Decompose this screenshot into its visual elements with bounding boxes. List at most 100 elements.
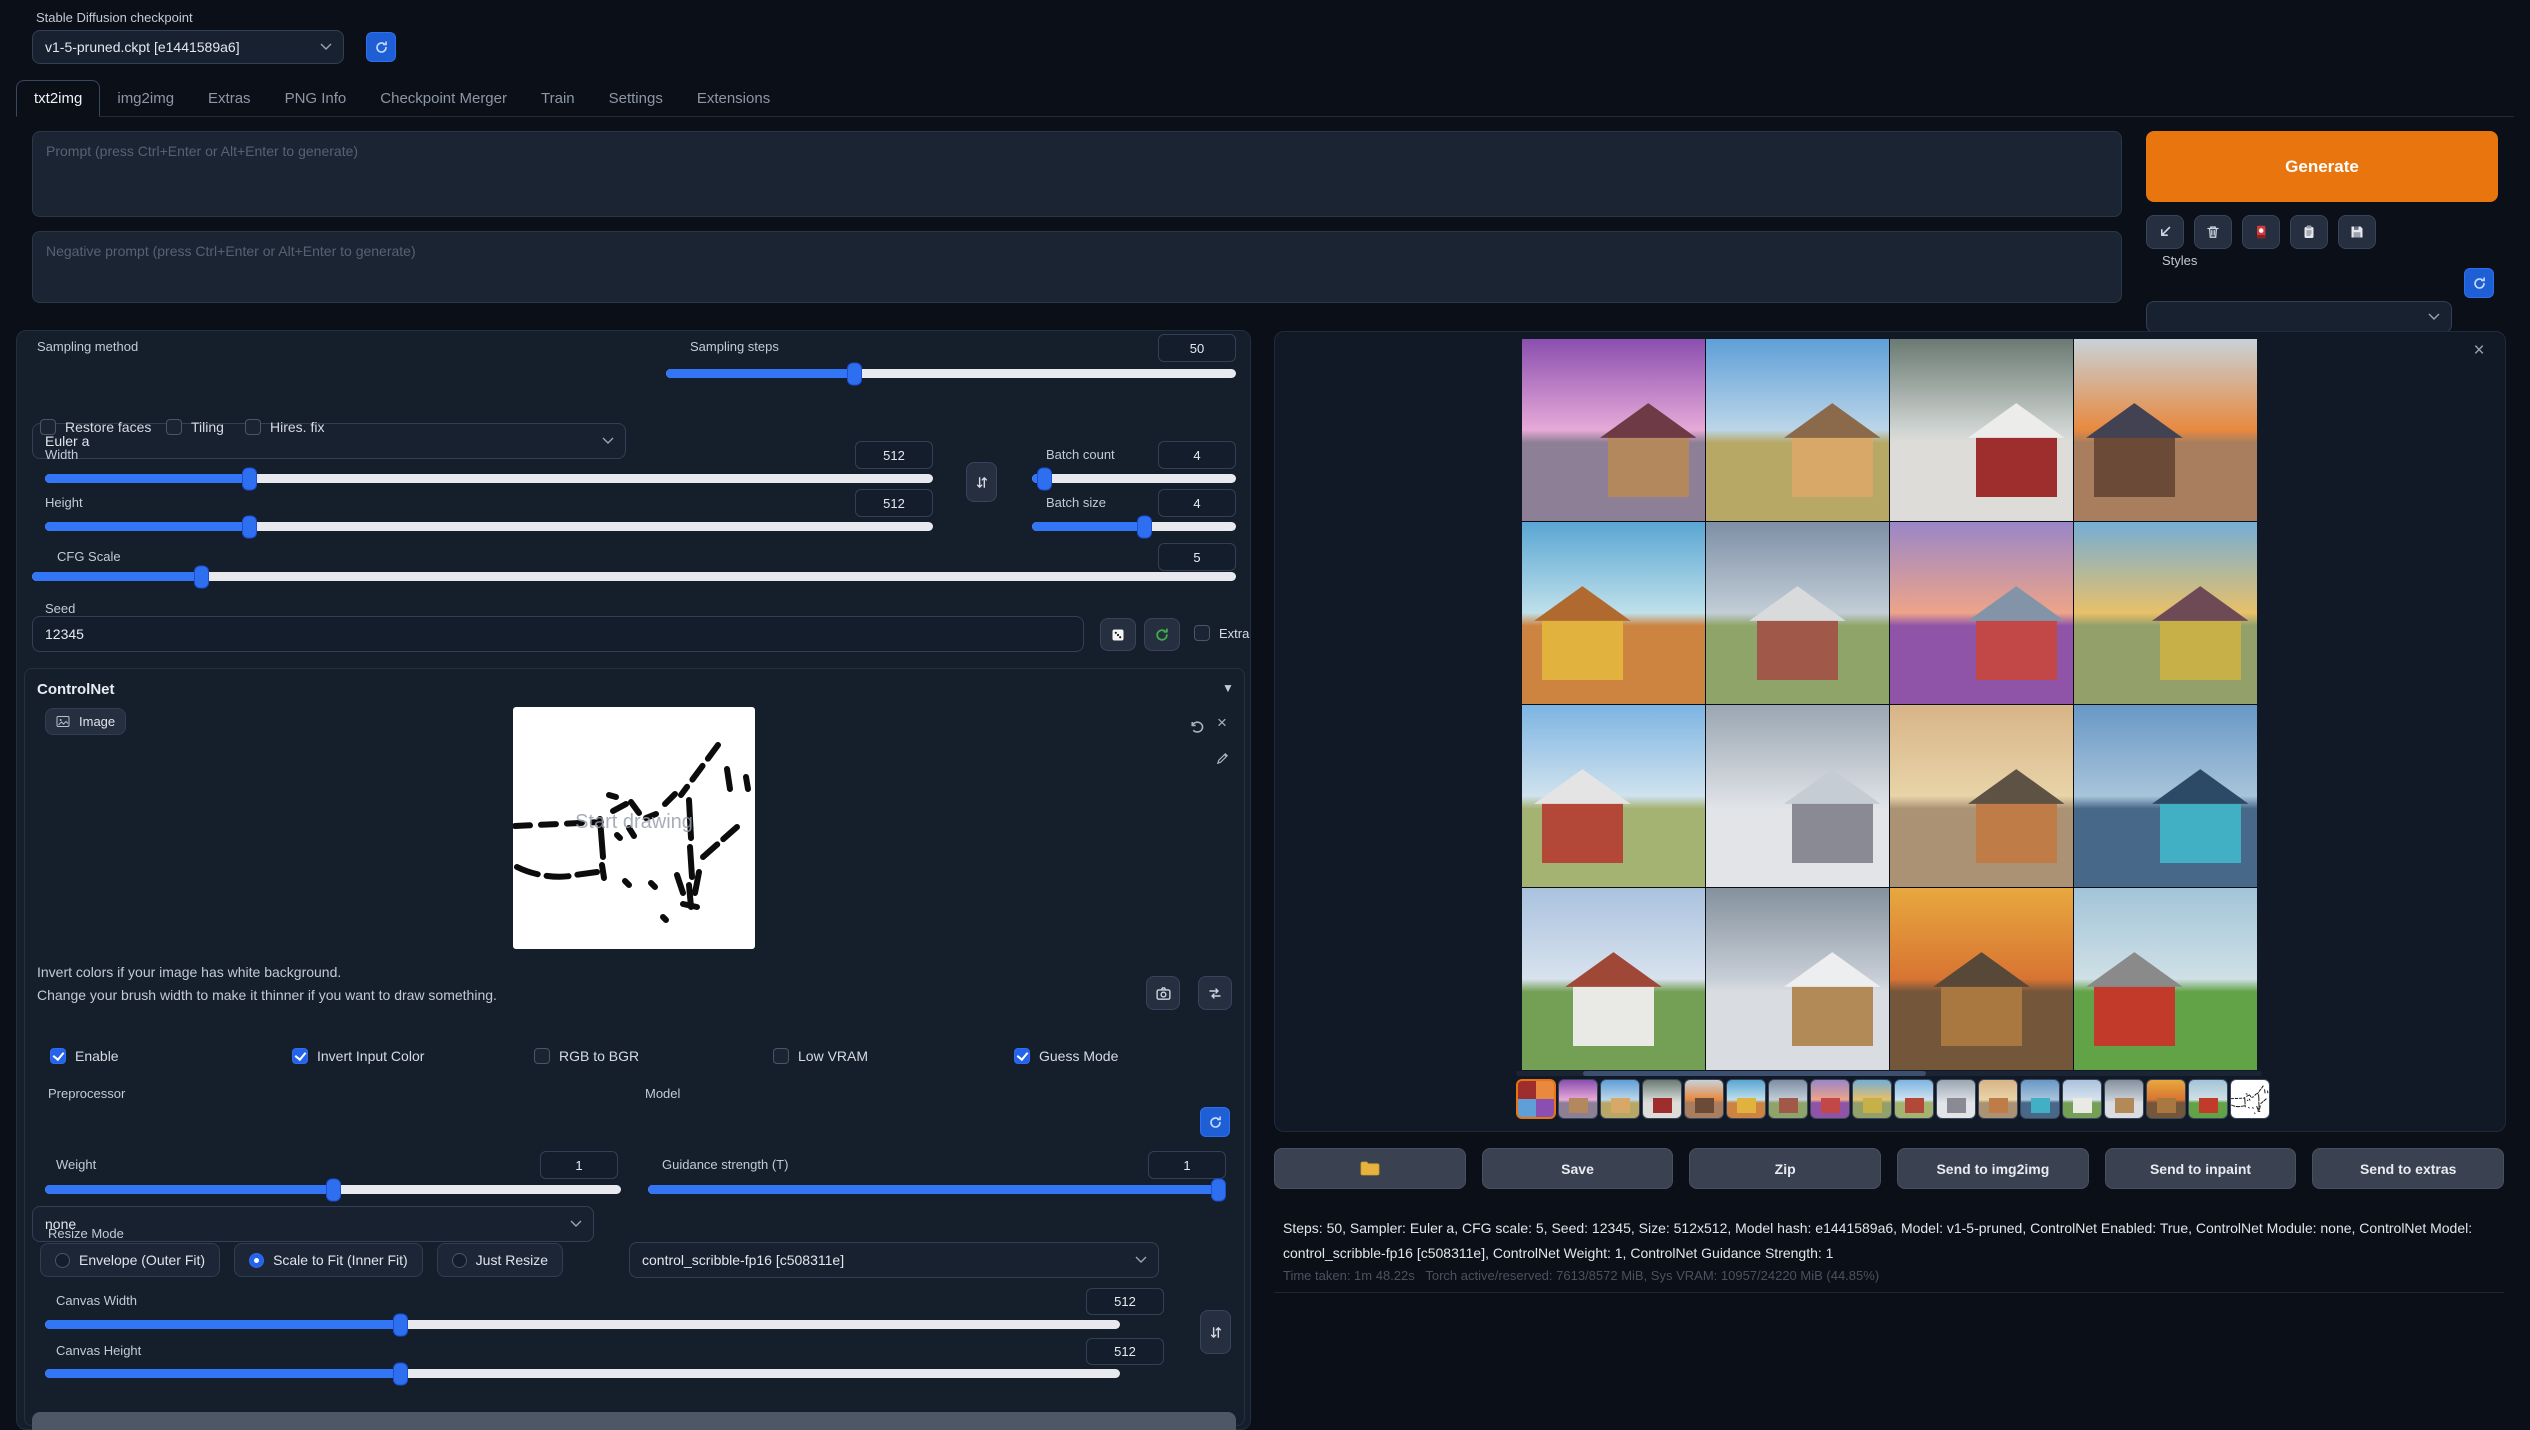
send-to-extras-button[interactable]: Send to extras [2312,1148,2504,1189]
gallery-image[interactable] [1522,705,1705,887]
weight-slider[interactable] [45,1185,621,1194]
controlnet-model-dropdown[interactable]: control_scribble-fp16 [c508311e] [629,1242,1159,1278]
webcam-button[interactable] [1146,976,1180,1010]
width-slider[interactable] [45,474,933,483]
batch-count-slider[interactable] [1032,474,1236,483]
gallery-thumbnail[interactable] [1516,1079,1556,1119]
extra-networks-button[interactable] [2242,215,2280,249]
tab-train[interactable]: Train [524,81,592,116]
accordion-collapse-icon[interactable]: ▼ [1222,681,1234,695]
swap-width-height-button[interactable] [966,462,997,502]
gallery-thumbnail[interactable] [1936,1079,1976,1119]
controlnet-model-refresh-button[interactable] [1200,1107,1230,1137]
restore-faces-checkbox[interactable]: Restore faces [40,419,151,435]
tab-txt2img[interactable]: txt2img [16,80,100,117]
gallery-image[interactable] [1890,522,2073,704]
gallery-thumbnail[interactable] [2230,1079,2270,1119]
swap-canvas-dimensions-button[interactable] [1200,1310,1231,1354]
checkpoint-refresh-button[interactable] [366,32,396,62]
gallery-image[interactable] [1706,705,1889,887]
save-style-button[interactable] [2338,215,2376,249]
weight-value[interactable]: 1 [540,1151,618,1179]
clear-prompt-button[interactable] [2194,215,2232,249]
thumbnail-scrollbar[interactable] [1516,1071,2262,1076]
mirror-webcam-button[interactable] [1198,976,1232,1010]
gallery-image[interactable] [2074,888,2257,1070]
collapsed-section-bar[interactable] [32,1412,1236,1430]
seed-input[interactable] [32,616,1084,652]
cfg-scale-slider[interactable] [32,572,1236,581]
styles-dropdown[interactable] [2146,301,2452,333]
gallery-thumbnail[interactable] [2062,1079,2102,1119]
gallery-thumbnail[interactable] [1768,1079,1808,1119]
gallery-thumbnail[interactable] [2146,1079,2186,1119]
gallery-image[interactable] [1890,705,2073,887]
tab-checkpoint-merger[interactable]: Checkpoint Merger [363,81,524,116]
controlnet-enable-checkbox[interactable]: Enable [50,1048,119,1064]
gallery-thumbnail[interactable] [1642,1079,1682,1119]
low-vram-checkbox[interactable]: Low VRAM [773,1048,868,1064]
tab-extras[interactable]: Extras [191,81,268,116]
invert-input-color-checkbox[interactable]: Invert Input Color [292,1048,424,1064]
reuse-seed-button[interactable] [1144,618,1180,651]
gallery-thumbnail[interactable] [1600,1079,1640,1119]
prompt-input[interactable] [32,131,2122,217]
width-value[interactable]: 512 [855,441,933,469]
canvas-height-slider[interactable] [45,1369,1120,1378]
gallery-thumbnail[interactable] [1852,1079,1892,1119]
random-seed-button[interactable] [1100,618,1136,651]
save-button[interactable]: Save [1482,1148,1674,1189]
gallery-thumbnail[interactable] [2020,1079,2060,1119]
height-slider[interactable] [45,522,933,531]
gallery-image[interactable] [1522,339,1705,521]
gallery-thumbnail[interactable] [2188,1079,2228,1119]
canvas-clear-button[interactable]: × [1212,713,1232,733]
gallery-image[interactable] [1706,339,1889,521]
negative-prompt-input[interactable] [32,231,2122,303]
tab-png-info[interactable]: PNG Info [268,81,364,116]
gallery-image[interactable] [1706,522,1889,704]
gallery-thumbnail[interactable] [1894,1079,1934,1119]
canvas-height-value[interactable]: 512 [1086,1338,1164,1365]
sampling-steps-value[interactable]: 50 [1158,334,1236,362]
open-folder-button[interactable] [1274,1148,1466,1189]
gallery-image[interactable] [1522,888,1705,1070]
gallery-thumbnail[interactable] [2104,1079,2144,1119]
hires-fix-checkbox[interactable]: Hires. fix [245,419,324,435]
gallery-thumbnail[interactable] [1978,1079,2018,1119]
gallery-image[interactable] [1522,522,1705,704]
gallery-image[interactable] [2074,705,2257,887]
canvas-width-slider[interactable] [45,1320,1120,1329]
batch-size-slider[interactable] [1032,522,1236,531]
paste-params-button[interactable] [2146,215,2184,249]
tab-settings[interactable]: Settings [592,81,680,116]
gallery-close-button[interactable]: × [2468,340,2490,362]
batch-size-value[interactable]: 4 [1158,489,1236,517]
height-value[interactable]: 512 [855,489,933,517]
canvas-width-value[interactable]: 512 [1086,1288,1164,1315]
zip-button[interactable]: Zip [1689,1148,1881,1189]
batch-count-value[interactable]: 4 [1158,441,1236,469]
sampling-steps-slider[interactable] [666,369,1236,378]
cfg-scale-value[interactable]: 5 [1158,543,1236,571]
send-to-inpaint-button[interactable]: Send to inpaint [2105,1148,2297,1189]
gallery-image[interactable] [1706,888,1889,1070]
checkpoint-dropdown[interactable]: v1-5-pruned.ckpt [e1441589a6] [32,30,344,64]
guess-mode-checkbox[interactable]: Guess Mode [1014,1048,1118,1064]
guidance-strength-slider[interactable] [648,1185,1218,1194]
gallery-thumbnail[interactable] [1810,1079,1850,1119]
canvas-brush-button[interactable] [1212,748,1232,768]
extra-seed-checkbox[interactable]: Extra [1194,625,1249,641]
apply-style-button[interactable] [2290,215,2328,249]
send-to-img2img-button[interactable]: Send to img2img [1897,1148,2089,1189]
gallery-image[interactable] [1890,888,2073,1070]
gallery-image[interactable] [1890,339,2073,521]
resize-just-resize-radio[interactable]: Just Resize [437,1243,563,1277]
canvas-undo-button[interactable] [1186,716,1206,736]
resize-envelope-radio[interactable]: Envelope (Outer Fit) [40,1243,220,1277]
tiling-checkbox[interactable]: Tiling [166,419,224,435]
guidance-strength-value[interactable]: 1 [1148,1151,1226,1179]
generate-button[interactable]: Generate [2146,131,2498,202]
controlnet-canvas[interactable]: Start drawing [513,707,755,949]
tab-extensions[interactable]: Extensions [680,81,787,116]
